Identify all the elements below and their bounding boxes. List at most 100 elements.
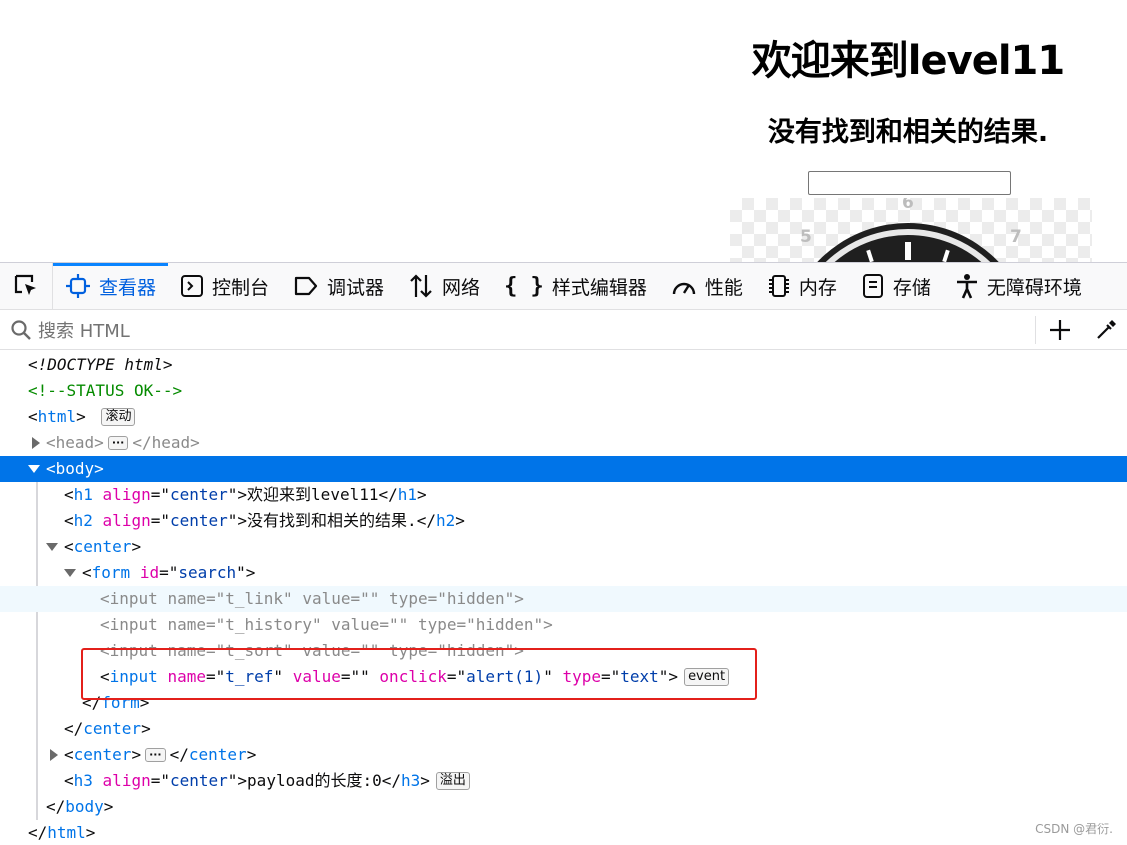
attr-value: hidden (446, 589, 505, 608)
tag-name: center (73, 745, 132, 764)
tag-name: html (37, 407, 77, 426)
attr-name: name (167, 615, 206, 634)
attr-value: search (178, 563, 237, 582)
attr-value: center (169, 511, 228, 530)
attr-name: value (292, 667, 341, 686)
event-badge[interactable]: event (684, 668, 730, 686)
tree-line-center[interactable]: <center> (0, 534, 1127, 560)
markup-search-bar (0, 310, 1127, 350)
tab-network[interactable]: 网络 (396, 263, 492, 309)
tree-line-input-t-link[interactable]: <input name="t_link" value="" type="hidd… (0, 586, 1127, 612)
element-picker-button[interactable] (0, 263, 53, 309)
inspector-icon (66, 274, 90, 298)
network-icon (410, 274, 432, 298)
attr-value: center (169, 771, 228, 790)
tab-label: 样式编辑器 (551, 276, 647, 299)
tree-line-head[interactable]: <head> ··· </head> (0, 430, 1127, 456)
tab-label: 内存 (798, 276, 837, 299)
preview-text-input[interactable] (808, 171, 1011, 195)
add-node-icon[interactable] (1048, 318, 1072, 342)
tag-name: input (109, 615, 158, 634)
accessibility-icon (956, 274, 977, 299)
tab-console[interactable]: 控制台 (168, 263, 281, 309)
collapse-arrow-icon[interactable] (64, 569, 76, 577)
search-divider (1035, 316, 1036, 344)
attr-name: id (139, 563, 160, 582)
comment-node: <!--STATUS OK--> (28, 381, 183, 400)
overflow-badge[interactable]: 溢出 (435, 772, 470, 790)
tag-name: h1 (397, 485, 418, 504)
tree-line-h3[interactable]: <h3 align="center">payload的长度:0</h3> 溢出 (0, 768, 1127, 794)
tree-line-input-t-ref[interactable]: <input name="t_ref" value="" onclick="al… (0, 664, 1127, 690)
tag-name: html (47, 823, 86, 842)
collapse-arrow-icon[interactable] (28, 465, 40, 473)
tree-line-form[interactable]: <form id="search"> (0, 560, 1127, 586)
collapsed-ellipsis-button[interactable]: ··· (145, 748, 166, 762)
tree-line-body-close[interactable]: </body> (0, 794, 1127, 820)
tab-label: 存储 (892, 276, 931, 299)
attr-name: name (167, 667, 206, 686)
tag-name: h3 (401, 771, 421, 790)
tag-name: center (83, 719, 142, 738)
collapsed-ellipsis-button[interactable]: ··· (107, 436, 129, 450)
tab-style-editor[interactable]: { } 样式编辑器 (492, 263, 659, 309)
text-node: 没有找到和相关的结果. (247, 511, 417, 530)
tab-debugger[interactable]: 调试器 (281, 263, 396, 309)
tag-name: center (188, 745, 247, 764)
tag-name: body (55, 459, 95, 478)
tree-line-h2[interactable]: <h2 align="center">没有找到和相关的结果.</h2> (0, 508, 1127, 534)
watermark: CSDN @君衍. (1035, 822, 1113, 836)
tree-line-body-selected[interactable]: <body> (0, 456, 1127, 482)
attr-name: align (102, 485, 151, 504)
attr-value: alert(1) (466, 667, 544, 686)
markup-tree: <!DOCTYPE html> <!--STATUS OK--> <html> … (0, 352, 1127, 845)
tree-line-h1[interactable]: <h1 align="center">欢迎来到level11</h1> (0, 482, 1127, 508)
collapse-arrow-icon[interactable] (46, 543, 58, 551)
tab-inspector[interactable]: 查看器 (53, 263, 169, 309)
tab-label: 网络 (442, 276, 481, 299)
tag-name: h2 (73, 511, 93, 530)
tab-accessibility[interactable]: 无障碍环境 (943, 263, 1094, 309)
tree-line-center-collapsed[interactable]: <center> ··· </center> (0, 742, 1127, 768)
tree-line-form-close[interactable]: </form> (0, 690, 1127, 716)
attr-name: type (562, 667, 601, 686)
preview-heading-no-result: 没有找到和相关的结果. (767, 117, 1049, 148)
clock-graphic: 5 6 7 (800, 198, 1022, 262)
scroll-badge[interactable]: 滚动 (101, 408, 136, 426)
tree-line-input-t-history[interactable]: <input name="t_history" value="" type="h… (0, 612, 1127, 638)
tree-line-input-t-sort[interactable]: <input name="t_sort" value="" type="hidd… (0, 638, 1127, 664)
tree-line-html[interactable]: <html> 滚动 (0, 404, 1127, 430)
tab-memory[interactable]: 内存 (755, 263, 849, 309)
debugger-icon (294, 276, 318, 296)
eyedropper-icon[interactable] (1094, 318, 1118, 342)
attr-value: t_history (225, 615, 312, 634)
attr-name: align (102, 511, 151, 530)
doctype-node: <!DOCTYPE html> (28, 355, 173, 374)
tag-name: input (109, 641, 158, 660)
tree-line-comment[interactable]: <!--STATUS OK--> (0, 378, 1127, 404)
preview-heading-level11: 欢迎来到level11 (751, 38, 1065, 84)
tag-name: head (151, 433, 191, 452)
attr-value: hidden (446, 641, 505, 660)
tab-storage[interactable]: 存储 (849, 263, 943, 309)
attr-value: t_sort (225, 641, 284, 660)
attr-value: text (620, 667, 659, 686)
tree-line-center-close[interactable]: </center> (0, 716, 1127, 742)
tag-name: h2 (435, 511, 456, 530)
expand-arrow-icon[interactable] (32, 437, 40, 449)
search-html-input[interactable] (36, 316, 1030, 346)
tree-line-doctype[interactable]: <!DOCTYPE html> (0, 352, 1127, 378)
tab-performance[interactable]: 性能 (659, 263, 755, 309)
tree-line-html-close[interactable]: </html> (0, 820, 1127, 845)
attr-name: type (389, 641, 428, 660)
attr-name: onclick (379, 667, 447, 686)
attr-value: hidden (475, 615, 534, 634)
clock-number-6: 6 (902, 198, 914, 213)
clock-number-7: 7 (1010, 227, 1022, 247)
element-picker-icon (14, 274, 36, 295)
console-icon (181, 275, 204, 297)
tag-name: head (55, 433, 95, 452)
tab-label: 查看器 (99, 276, 157, 299)
tag-name: input (109, 589, 158, 608)
expand-arrow-icon[interactable] (50, 749, 58, 761)
